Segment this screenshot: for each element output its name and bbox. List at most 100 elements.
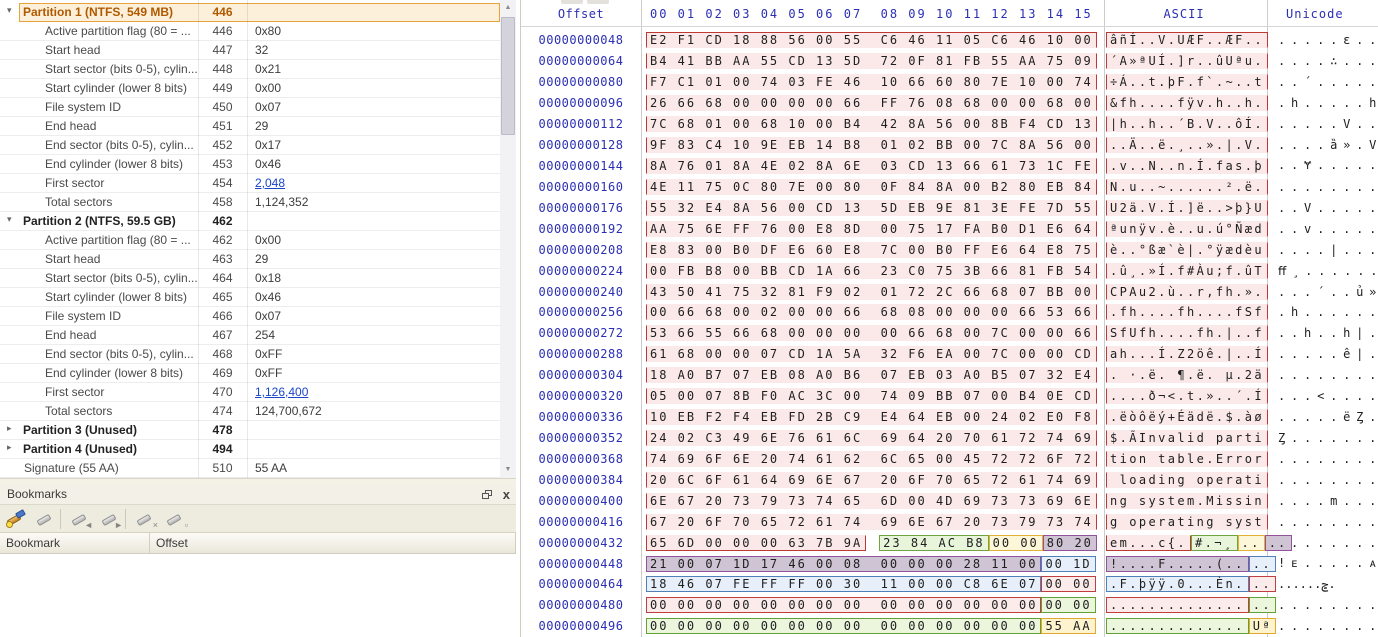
hex-bytes-segment[interactable]: 00 FB B8 00 BB CD 1A 66 23 C0 75 3B 66 8… xyxy=(646,263,1097,279)
hex-bytes-segment[interactable]: 24 02 C3 49 6E 76 61 6C 69 64 20 70 61 7… xyxy=(646,430,1097,446)
ascii-segment[interactable]: .............. xyxy=(1106,597,1249,613)
unicode-cell[interactable]: ........ xyxy=(1266,598,1378,612)
tree-row[interactable]: File system ID4660x07 xyxy=(0,307,500,326)
ascii-segment[interactable]: tion table.Error xyxy=(1106,451,1268,467)
ascii-segment[interactable]: .û¸.»Í.f#Àu;f.ûT xyxy=(1106,263,1268,279)
ascii-segment[interactable]: .F.þÿÿ.0...Èn. xyxy=(1106,576,1249,592)
ascii-segment[interactable]: . ·.ë. ¶.ë. µ.2ä xyxy=(1106,367,1268,383)
unicode-cell[interactable]: ﬀ¸...... xyxy=(1266,264,1378,278)
unicode-cell[interactable]: ....∴... xyxy=(1266,54,1378,68)
tree-row[interactable]: Start head46329 xyxy=(0,250,500,269)
hex-bytes-segment[interactable]: 00 00 00 00 00 00 00 00 00 00 00 00 00 0… xyxy=(646,597,1041,613)
tree-row[interactable]: Total sectors474124,700,672 xyxy=(0,402,500,421)
unicode-cell[interactable]: ........ xyxy=(1266,473,1378,487)
hex-bytes-segment[interactable]: B4 41 BB AA 55 CD 13 5D 72 0F 81 FB 55 A… xyxy=(646,53,1097,69)
ascii-segment[interactable]: $.ÃInvalid parti xyxy=(1106,430,1268,446)
tree-row[interactable]: End cylinder (lower 8 bits)4530x46 xyxy=(0,155,500,174)
unicode-cell[interactable]: ....ȁ».V xyxy=(1266,138,1378,152)
tree-row[interactable]: End head45129 xyxy=(0,117,500,136)
unicode-cell[interactable]: .h...... xyxy=(1266,305,1378,319)
sector-link[interactable]: 1,126,400 xyxy=(255,385,308,399)
ascii-segment[interactable]: SfUfh....fh.|..f xyxy=(1106,325,1268,341)
unicode-cell[interactable]: ......ݮ. xyxy=(1266,577,1336,591)
hex-bytes-segment[interactable]: 20 6C 6F 61 64 69 6E 67 20 6F 70 65 72 6… xyxy=(646,472,1097,488)
hex-bytes-segment[interactable]: 65 6D 00 00 00 63 7B 9A xyxy=(646,535,866,551)
ascii-segment[interactable]: U2ä.V.Í.]ë..>þ}U xyxy=(1106,200,1268,216)
ascii-segment[interactable]: .............. xyxy=(1106,618,1249,634)
ascii-segment[interactable]: !....F.....(.. xyxy=(1106,556,1249,572)
hex-bytes-segment[interactable]: 05 00 07 8B F0 AC 3C 00 74 09 BB 07 00 B… xyxy=(646,388,1097,404)
scroll-thumb[interactable] xyxy=(501,17,515,135)
tree-row[interactable]: Start sector (bits 0-5), cylin...4480x21 xyxy=(0,60,500,79)
tree-row[interactable]: ▸Partition 3 (Unused)478 xyxy=(0,421,500,440)
ascii-segment[interactable]: |h..h..´B.V..ôÍ. xyxy=(1106,116,1268,132)
previous-bookmark-icon[interactable]: ◄ xyxy=(69,508,93,530)
unicode-cell[interactable]: .....ԑ.. xyxy=(1266,33,1378,47)
hex-bytes-segment[interactable]: F7 C1 01 00 74 03 FE 46 10 66 60 80 7E 1… xyxy=(646,74,1097,90)
unicode-cell[interactable]: ........ xyxy=(1266,452,1378,466)
unicode-cell[interactable]: ........ xyxy=(1266,536,1378,550)
ascii-segment[interactable]: è..°ßæ`è|.°ÿædèu xyxy=(1106,242,1268,258)
unicode-cell[interactable]: ........ xyxy=(1266,180,1378,194)
tree-row[interactable]: ▸Partition 4 (Unused)494 xyxy=(0,440,500,459)
hex-bytes-segment[interactable]: 43 50 41 75 32 81 F9 02 01 72 2C 66 68 0… xyxy=(646,284,1097,300)
ascii-segment[interactable]: ..Ä..ë.¸..».|.V. xyxy=(1106,137,1268,153)
hex-bytes-segment[interactable]: E8 83 00 B0 DF E6 60 E8 7C 00 B0 FF E6 6… xyxy=(646,242,1097,258)
unicode-cell[interactable]: ..v..... xyxy=(1266,222,1378,236)
unicode-cell[interactable]: ........ xyxy=(1266,619,1378,633)
unicode-cell[interactable]: ........ xyxy=(1266,368,1378,382)
ascii-segment[interactable]: ah...Í.Z2öê.|..Í xyxy=(1106,346,1268,362)
hex-bytes-segment[interactable]: 00 66 68 00 02 00 00 66 68 08 00 00 00 6… xyxy=(646,304,1097,320)
tree-row[interactable]: Signature (55 AA)51055 AA xyxy=(0,459,500,478)
unicode-cell[interactable]: .....V.. xyxy=(1266,117,1378,131)
ascii-segment[interactable]: .ëòôëý+Éädë.$.àø xyxy=(1106,409,1268,425)
ascii-segment[interactable]: ng system.Missin xyxy=(1106,493,1268,509)
ascii-segment[interactable]: ....ð¬<.t.»..´.Í xyxy=(1106,388,1268,404)
hex-bytes-segment[interactable]: 80 20 xyxy=(1043,535,1097,551)
ascii-segment[interactable]: &fh....fÿv.h..h. xyxy=(1106,95,1268,111)
tree-scrollbar[interactable]: ▲ ▼ xyxy=(500,0,516,478)
hex-bytes-segment[interactable]: 55 32 E4 8A 56 00 CD 13 5D EB 9E 81 3E F… xyxy=(646,200,1097,216)
unicode-cell[interactable]: ..´..... xyxy=(1266,75,1378,89)
tree-row[interactable]: File system ID4500x07 xyxy=(0,98,500,117)
tree-row[interactable]: End sector (bits 0-5), cylin...4680xFF xyxy=(0,345,500,364)
ascii-segment[interactable]: .fh....fh....fSf xyxy=(1106,304,1268,320)
scroll-up-arrow[interactable]: ▲ xyxy=(500,0,516,16)
ascii-segment[interactable]: .v..N..n.Í.fas.þ xyxy=(1106,158,1268,174)
hex-bytes-segment[interactable]: 00 00 00 00 00 00 00 00 00 00 00 00 00 0… xyxy=(646,618,1041,634)
bookmarks-list-empty[interactable] xyxy=(0,554,516,637)
tree-row[interactable]: Start sector (bits 0-5), cylin...4640x18 xyxy=(0,269,500,288)
unicode-cell[interactable]: ...<.... xyxy=(1266,389,1378,403)
ascii-segment[interactable]: âñÍ..V.UÆF..ÆF.. xyxy=(1106,32,1268,48)
bookmark-column-header[interactable]: Bookmark xyxy=(0,533,150,554)
tree-row[interactable]: Start cylinder (lower 8 bits)4490x00 xyxy=(0,79,500,98)
hex-bytes-segment[interactable]: 9F 83 C4 10 9E EB 14 B8 01 02 BB 00 7C 8… xyxy=(646,137,1097,153)
hex-bytes-segment[interactable]: 61 68 00 00 07 CD 1A 5A 32 F6 EA 00 7C 0… xyxy=(646,346,1097,362)
unicode-cell[interactable]: .....ëȤ. xyxy=(1266,410,1378,424)
next-bookmark-icon[interactable]: ► xyxy=(99,508,123,530)
hex-bytes-segment[interactable]: 21 00 07 1D 17 46 00 08 00 00 00 28 11 0… xyxy=(646,556,1041,572)
hex-bytes-segment[interactable]: 00 00 xyxy=(989,535,1043,551)
ascii-segment[interactable]: N.u..~......².ë. xyxy=(1106,179,1268,195)
ascii-segment[interactable]: g operating syst xyxy=(1106,514,1268,530)
hex-bytes-segment[interactable]: 53 66 55 66 68 00 00 00 00 66 68 00 7C 0… xyxy=(646,325,1097,341)
offset-column-header[interactable]: Offset xyxy=(150,533,516,554)
unicode-cell[interactable]: ....m... xyxy=(1266,494,1378,508)
tree-row[interactable]: First sector4542,048 xyxy=(0,174,500,193)
remove-bookmark-icon[interactable] xyxy=(34,508,58,530)
unicode-cell[interactable]: ..Ɏ..... xyxy=(1266,158,1378,173)
unicode-cell[interactable]: ....|... xyxy=(1266,243,1378,257)
tree-row[interactable]: Total sectors4581,124,352 xyxy=(0,193,500,212)
ascii-segment[interactable]: em...c{. xyxy=(1106,535,1191,551)
ascii-segment[interactable]: .. xyxy=(1238,535,1265,551)
clear-bookmarks-icon[interactable]: × xyxy=(134,508,158,530)
unicode-cell[interactable]: ........ xyxy=(1266,515,1378,529)
tree-row[interactable]: End sector (bits 0-5), cylin...4520x17 xyxy=(0,136,500,155)
scroll-down-arrow[interactable]: ▼ xyxy=(500,462,516,478)
hex-bytes-segment[interactable]: 18 A0 B7 07 EB 08 A0 B6 07 EB 03 A0 B5 0… xyxy=(646,367,1097,383)
hex-bytes-segment[interactable]: 6E 67 20 73 79 73 74 65 6D 00 4D 69 73 7… xyxy=(646,493,1097,509)
unicode-cell[interactable]: ...´..ủ» xyxy=(1266,285,1378,299)
hex-bytes-segment[interactable]: E2 F1 CD 18 88 56 00 55 C6 46 11 05 C6 4… xyxy=(646,32,1097,48)
ascii-segment[interactable]: #.¬¸ xyxy=(1191,535,1238,551)
sector-link[interactable]: 2,048 xyxy=(255,176,285,190)
